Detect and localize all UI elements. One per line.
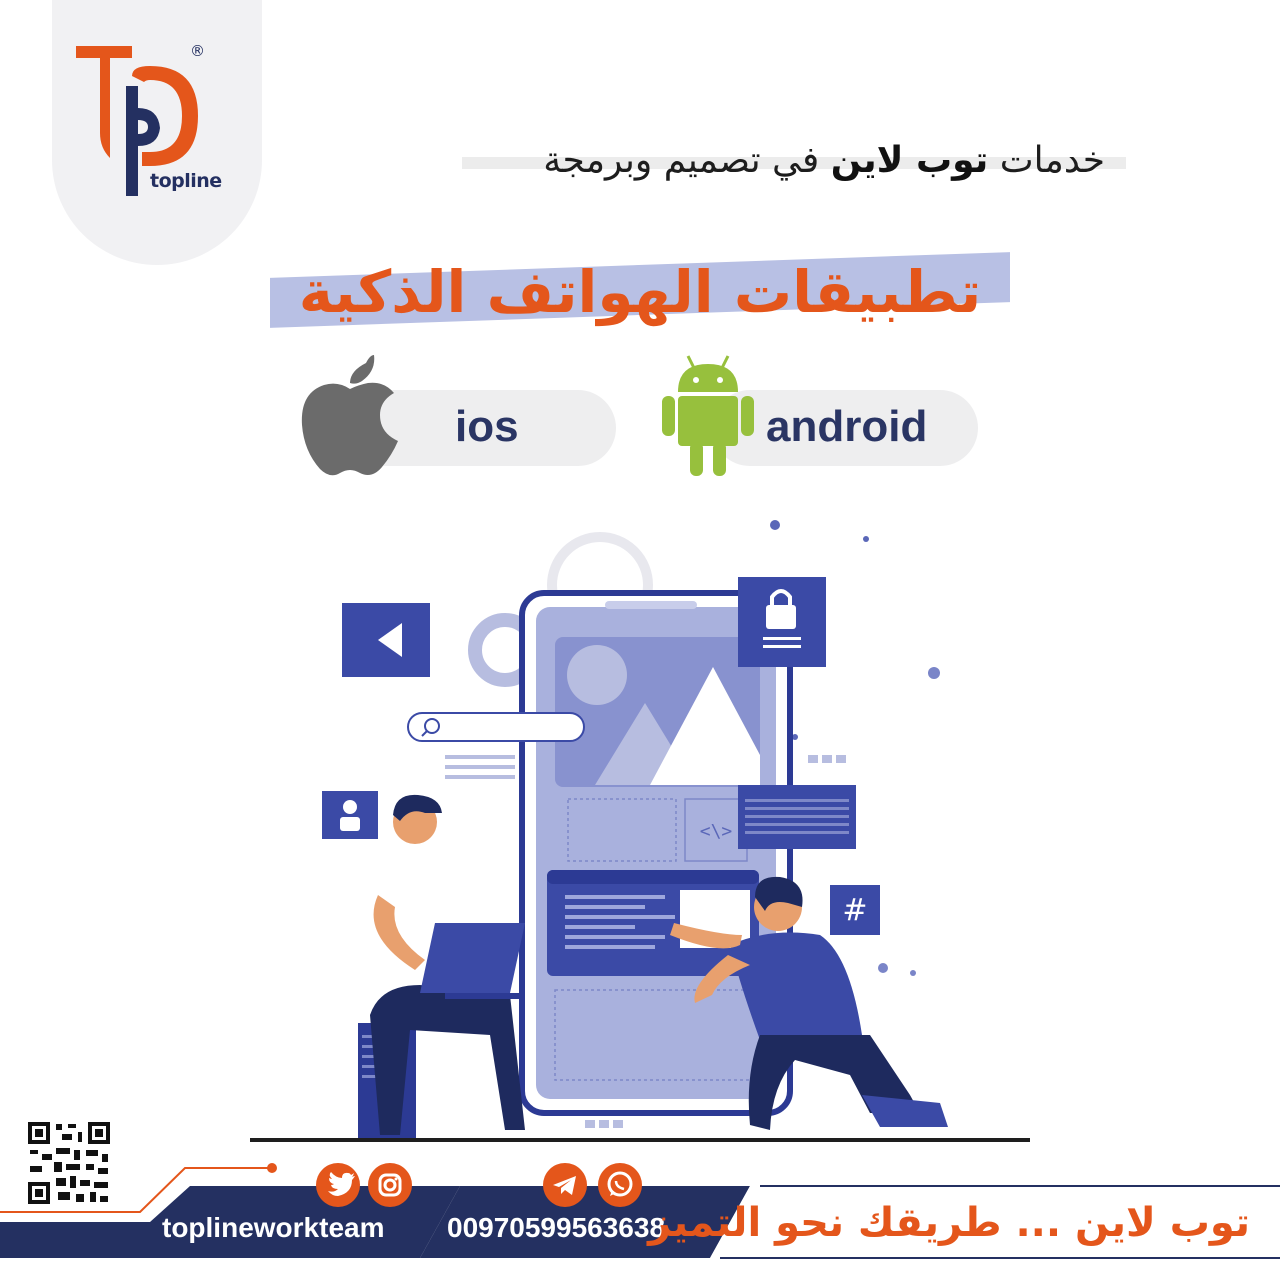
android-icon	[662, 355, 754, 476]
svg-text:<\>: <\>	[700, 821, 733, 842]
subheading-brand: توب لاين	[830, 140, 989, 181]
slogan: توب لاين ... طريقك نحو التميز	[648, 1200, 1250, 1246]
page-title: تطبيقات الهواتف الذكية	[298, 258, 982, 326]
phone-number[interactable]: 00970599563638	[447, 1212, 665, 1244]
registered-mark: ®	[190, 42, 205, 60]
app-development-illustration: <\> #	[250, 520, 1030, 1142]
subheading-prefix: خدمات	[988, 140, 1105, 181]
telegram-icon[interactable]	[543, 1163, 587, 1207]
ios-label: ios	[455, 402, 519, 451]
apple-icon	[301, 355, 398, 476]
instagram-icon[interactable]	[368, 1163, 412, 1207]
whatsapp-icon[interactable]	[598, 1163, 642, 1207]
twitter-icon[interactable]	[316, 1163, 360, 1207]
social-handle[interactable]: toplineworkteam	[162, 1212, 384, 1244]
subheading-suffix: في تصميم وبرمجة	[543, 140, 831, 181]
android-label: android	[766, 402, 928, 451]
svg-text:#: #	[842, 893, 867, 928]
logo-text: topline	[150, 170, 222, 192]
subheading: خدمات توب لاين في تصميم وبرمجة	[543, 140, 1105, 181]
user-icon	[343, 800, 357, 814]
